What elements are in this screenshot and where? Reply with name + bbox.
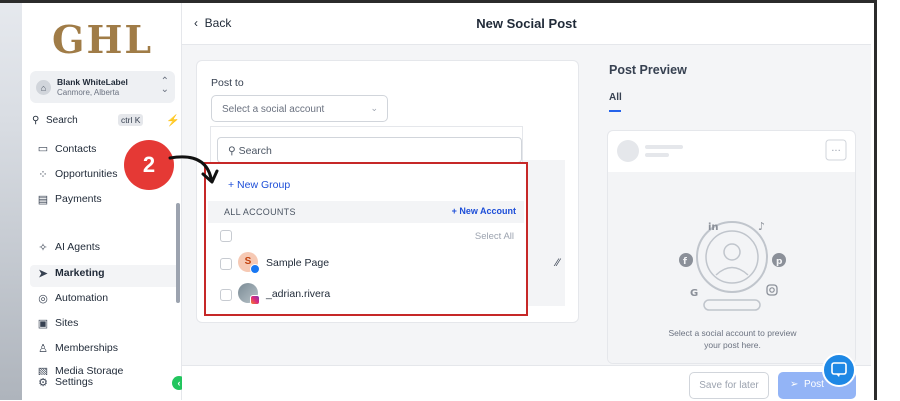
brand-logo[interactable]: GHL <box>52 17 153 62</box>
chat-icon <box>831 362 847 377</box>
sidebar: GHL ⌂ Blank WhiteLabel Canmore, Alberta … <box>22 3 182 400</box>
select-placeholder: Select a social account <box>222 104 325 115</box>
search-icon: ⚲ <box>32 115 40 126</box>
opportunities-icon: ⁘ <box>38 168 48 181</box>
send-icon: ➢ <box>790 379 799 390</box>
post-preview-panel: Post Preview All ··· in ♪ f p G Select a… <box>607 51 857 401</box>
account-checkbox[interactable] <box>220 258 232 270</box>
instagram-icon <box>250 295 260 305</box>
post-label: Post <box>803 379 824 390</box>
chat-support-button[interactable] <box>822 353 856 387</box>
annotation-arrow-icon <box>168 155 219 184</box>
social-networks-illustration: in ♪ f p G <box>679 220 786 311</box>
page-title: New Social Post <box>476 16 577 31</box>
page-header: ‹ Back New Social Post <box>182 3 871 45</box>
lightning-icon[interactable]: ⚡ <box>166 114 180 127</box>
svg-text:f: f <box>683 257 687 267</box>
social-account-select[interactable]: Select a social account ⌄ <box>211 95 388 122</box>
preview-card-header: ··· <box>617 139 847 162</box>
preview-card: ··· in ♪ f p G Select a social account t… <box>607 130 856 364</box>
sidebar-item-label: AI Agents <box>55 241 100 253</box>
svg-text:p: p <box>776 257 783 267</box>
sidebar-item-label: Contacts <box>55 143 97 155</box>
sites-icon: ▣ <box>37 317 49 330</box>
save-for-later-button[interactable]: Save for later <box>689 372 769 399</box>
automation-icon: ◎ <box>38 292 48 305</box>
preview-message-line2: your post here. <box>704 340 761 350</box>
account-name: Blank WhiteLabel <box>57 77 128 87</box>
facebook-icon <box>250 264 260 274</box>
svg-text:in: in <box>708 222 719 233</box>
payments-icon: ▤ <box>37 193 49 206</box>
preview-title: Post Preview <box>609 63 687 77</box>
memberships-icon: ♙ <box>38 342 48 355</box>
tab-all[interactable]: All <box>609 92 622 103</box>
sidebar-item-label: Payments <box>55 193 102 205</box>
sparkle-icon: ✧ <box>38 241 48 254</box>
screenshot-frame: GHL ⌂ Blank WhiteLabel Canmore, Alberta … <box>0 0 900 400</box>
sidebar-item-marketing[interactable]: ➤ Marketing <box>36 264 105 282</box>
preview-message-line1: Select a social account to preview <box>668 328 797 338</box>
search-label: Search <box>46 115 78 126</box>
new-account-button[interactable]: + New Account <box>452 206 516 216</box>
sidebar-scrollbar[interactable] <box>176 203 180 303</box>
tab-active-indicator <box>609 110 621 112</box>
chevron-down-icon: ⌄ <box>370 103 378 113</box>
gear-icon: ⚙ <box>38 376 48 389</box>
sidebar-item-label: Sites <box>55 317 79 329</box>
sidebar-search[interactable]: ⚲ Search ctrl K ⚡ <box>32 114 180 130</box>
search-shortcut: ctrl K <box>118 114 144 126</box>
right-border <box>874 0 900 400</box>
all-accounts-header: ALL ACCOUNTS + New Account <box>208 201 524 223</box>
background-strip <box>0 0 22 400</box>
select-all-label[interactable]: Select All <box>475 231 514 242</box>
sidebar-item-label: Settings <box>55 376 93 388</box>
dropdown-search-input[interactable]: ⚲ Search <box>217 137 522 163</box>
footer-bar: Save for later ➢ Post <box>182 365 871 400</box>
account-name: _adrian.rivera <box>266 288 331 300</box>
resize-handle-icon[interactable]: ⁄⁄ <box>556 257 560 269</box>
sidebar-item-automation[interactable]: ◎ Automation <box>36 289 108 307</box>
sidebar-item-label: Automation <box>55 292 109 304</box>
sidebar-item-settings[interactable]: ⚙ Settings <box>36 373 93 391</box>
sidebar-item-opportunities[interactable]: ⁘ Opportunities <box>36 165 117 183</box>
sidebar-item-label: Memberships <box>55 342 119 354</box>
account-name: Sample Page <box>266 257 330 269</box>
send-icon: ➤ <box>38 267 48 280</box>
contacts-icon: ▭ <box>37 143 49 155</box>
chevron-updown-icon: ⌃ ⌄ <box>160 76 169 95</box>
dropdown-search-placeholder: Search <box>238 145 272 157</box>
sidebar-item-sites[interactable]: ▣ Sites <box>36 314 79 332</box>
account-location: Canmore, Alberta <box>57 88 120 97</box>
sidebar-item-contacts[interactable]: ▭ Contacts <box>36 143 97 155</box>
account-checkbox[interactable] <box>220 289 232 301</box>
sidebar-item-payments[interactable]: ▤ Payments <box>36 190 102 208</box>
post-to-label: Post to <box>211 77 244 89</box>
search-icon: ⚲ <box>228 145 236 157</box>
svg-text:♪: ♪ <box>758 220 765 233</box>
sidebar-item-memberships[interactable]: ♙ Memberships <box>36 339 118 357</box>
account-switcher[interactable]: ⌂ Blank WhiteLabel Canmore, Alberta ⌃ ⌄ <box>30 71 175 103</box>
preview-message: Select a social account to preview your … <box>608 327 855 351</box>
svg-text:G: G <box>690 288 698 299</box>
sidebar-item-label: Marketing <box>55 267 105 279</box>
all-accounts-label: ALL ACCOUNTS <box>224 207 296 217</box>
svg-text:···: ··· <box>831 146 841 157</box>
highlight-box: + New Group ALL ACCOUNTS + New Account S… <box>204 162 528 316</box>
sidebar-item-ai-agents[interactable]: ✧ AI Agents <box>36 238 100 256</box>
new-group-button[interactable]: + New Group <box>228 179 290 191</box>
post-editor-area[interactable] <box>523 160 565 306</box>
account-avatar-icon: ⌂ <box>36 80 51 95</box>
select-all-checkbox[interactable] <box>220 230 232 242</box>
sidebar-item-label: Opportunities <box>55 168 118 180</box>
